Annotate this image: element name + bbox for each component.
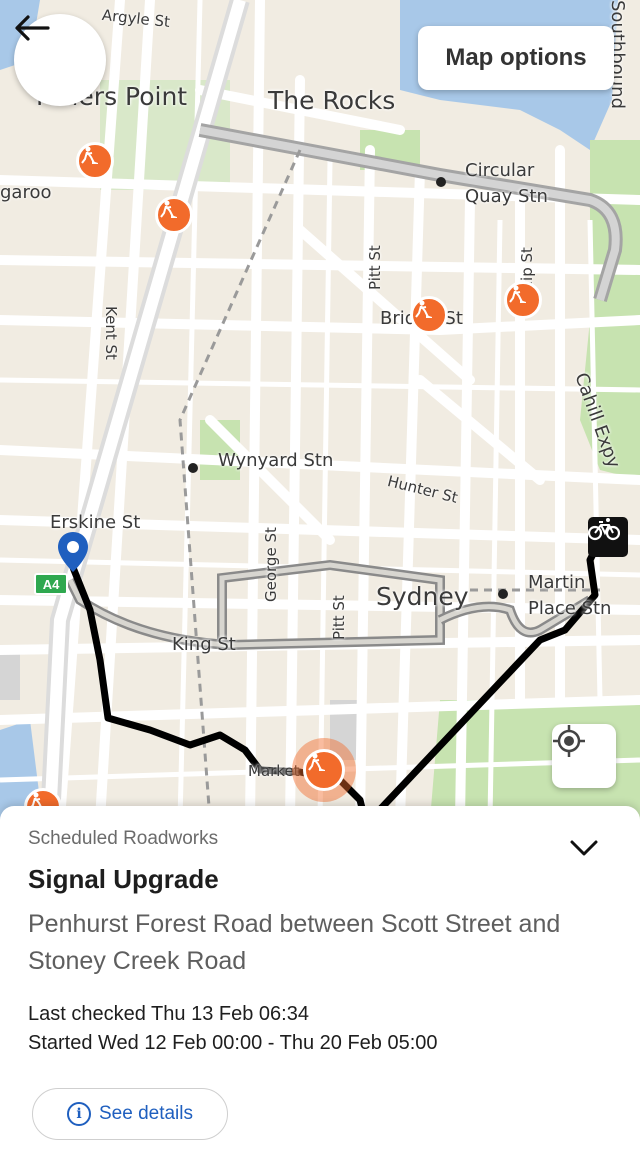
- back-button[interactable]: [14, 14, 106, 106]
- station-dot: [498, 589, 508, 599]
- roadworks-marker[interactable]: [76, 142, 114, 180]
- duration-text: Started Wed 12 Feb 00:00 - Thu 20 Feb 05…: [28, 1032, 438, 1054]
- station-dot: [436, 177, 446, 187]
- suburb-label: garoo: [0, 182, 52, 203]
- incident-category: Scheduled Roadworks: [28, 828, 219, 849]
- station-label: Martin: [528, 572, 586, 593]
- locate-button[interactable]: [552, 724, 616, 788]
- route-shield-a4: A4: [34, 573, 68, 595]
- incident-title: Signal Upgrade: [28, 864, 219, 894]
- roadworks-marker[interactable]: [155, 196, 193, 234]
- map-canvas[interactable]: [0, 0, 640, 820]
- incident-location: Penhurst Forest Road between Scott Stree…: [28, 910, 561, 975]
- see-details-button[interactable]: i See details: [32, 1088, 228, 1140]
- last-checked-text: Last checked Thu 13 Feb 06:34: [28, 1003, 309, 1025]
- street-label: Pitt St: [366, 245, 384, 290]
- station-label: Place Stn: [528, 598, 612, 619]
- map-options-button[interactable]: Map options: [418, 26, 614, 90]
- map-view[interactable]: Argyle St Millers Point The Rocks garoo …: [0, 0, 640, 820]
- roadworks-marker[interactable]: [504, 281, 542, 319]
- info-icon: i: [66, 1102, 91, 1126]
- collapse-sheet-button[interactable]: [562, 828, 606, 872]
- street-label: Kent St: [102, 306, 120, 360]
- station-dot: [188, 463, 198, 473]
- roadworks-marker-selected[interactable]: [303, 749, 345, 791]
- chevron-down-icon: [569, 839, 599, 862]
- station-label: Wynyard Stn: [218, 450, 334, 471]
- bicycle-icon[interactable]: [588, 517, 628, 557]
- roadworks-detail-sheet: Scheduled Roadworks Signal Upgrade Penhu…: [0, 806, 640, 1172]
- street-label: George St: [262, 527, 280, 602]
- station-label: Quay Stn: [465, 186, 548, 207]
- station-label: Circular: [465, 160, 535, 181]
- see-details-label: See details: [98, 1103, 193, 1124]
- suburb-label: The Rocks: [268, 86, 396, 115]
- roadworks-marker[interactable]: [410, 296, 448, 334]
- street-label: Pitt St: [330, 595, 348, 640]
- street-label: King St: [172, 634, 236, 655]
- city-label: Sydney: [376, 582, 469, 611]
